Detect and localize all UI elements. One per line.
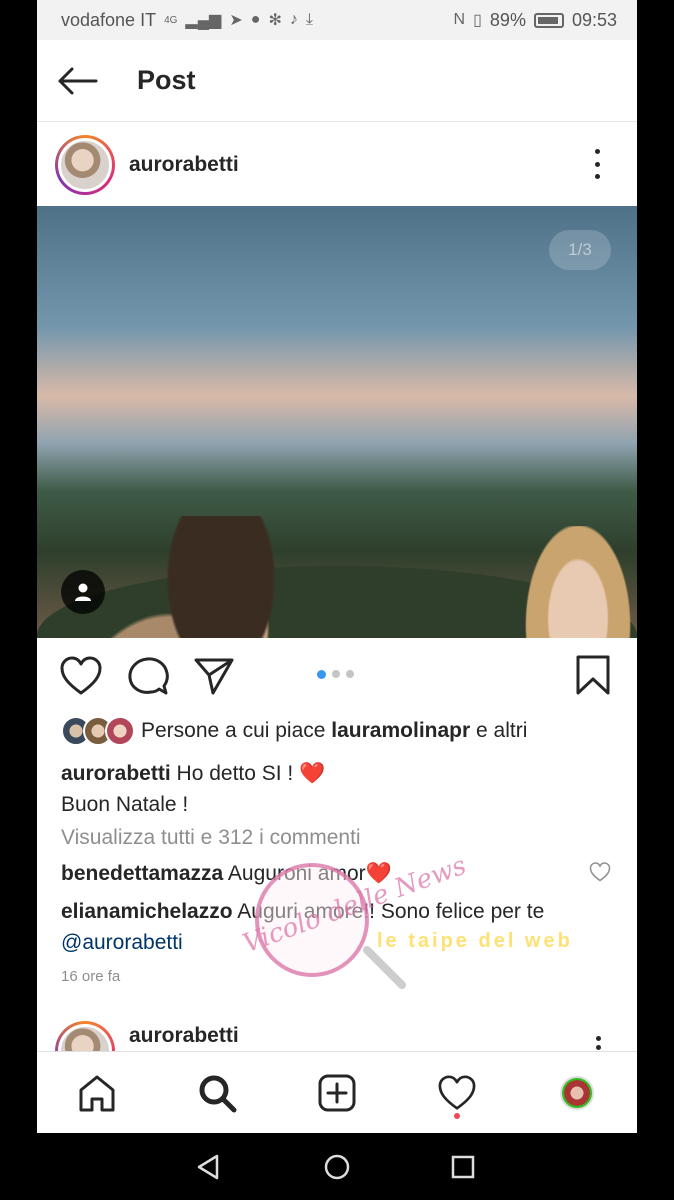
post-caption: aurorabetti Ho detto SI ! ❤️ Buon Natale… bbox=[61, 758, 621, 820]
heart-icon bbox=[589, 862, 611, 882]
comment-row: benedettamazza Auguroni amor❤️ bbox=[61, 858, 591, 889]
save-button[interactable] bbox=[575, 654, 611, 701]
triangle-back-icon bbox=[197, 1154, 219, 1180]
post-header: aurorabetti bbox=[37, 123, 637, 206]
download-icon: ⤓ bbox=[305, 11, 313, 28]
system-navigation-bar bbox=[0, 1133, 674, 1200]
likes-summary[interactable]: Persone a cui piace laura​molinapr e alt… bbox=[61, 716, 527, 746]
notification-dot bbox=[454, 1112, 460, 1119]
carousel-dot bbox=[317, 670, 326, 679]
heart-icon bbox=[438, 1074, 476, 1110]
view-all-comments-link[interactable]: Visualizza tutti e 312 i commenti bbox=[61, 826, 361, 850]
share-button[interactable] bbox=[193, 656, 235, 701]
carousel-dot bbox=[332, 670, 340, 678]
profile-avatar bbox=[560, 1075, 594, 1110]
nav-new-post[interactable] bbox=[307, 1063, 367, 1123]
comment-username[interactable]: benedettamazza bbox=[61, 862, 223, 885]
caption-line2: Buon Natale ! bbox=[61, 793, 189, 816]
nav-activity[interactable] bbox=[427, 1063, 487, 1123]
settings-icon: ✻ bbox=[268, 12, 282, 29]
system-back-button[interactable] bbox=[188, 1147, 228, 1187]
signal-icon: ▂▄▆ bbox=[185, 12, 222, 29]
nfc-icon: N bbox=[453, 11, 466, 28]
post-timestamp: 16 ore fa bbox=[61, 968, 121, 985]
more-options-button[interactable] bbox=[587, 149, 607, 179]
next-post-username[interactable]: aurorabetti bbox=[129, 1024, 239, 1048]
likes-prefix: Persone a cui piace bbox=[141, 719, 326, 742]
comment-text: Auguroni amor bbox=[227, 862, 366, 885]
watermark-right: le taipe del web bbox=[377, 930, 573, 952]
back-button[interactable] bbox=[37, 40, 117, 122]
square-recents-icon bbox=[451, 1155, 475, 1179]
comment-like-button[interactable] bbox=[589, 862, 611, 887]
bookmark-icon bbox=[576, 655, 610, 695]
post-username[interactable]: aurorabetti bbox=[129, 153, 239, 177]
post-photo[interactable]: 1/3 bbox=[37, 206, 637, 638]
carousel-dot bbox=[346, 670, 354, 678]
nav-home[interactable] bbox=[67, 1063, 127, 1123]
carousel-indicator bbox=[317, 670, 354, 679]
tiktok-icon: ♪ bbox=[289, 11, 298, 28]
tagged-users-button[interactable] bbox=[61, 570, 105, 614]
page-title: Post bbox=[137, 65, 196, 95]
comment-mention[interactable]: @aurorabetti bbox=[61, 931, 183, 954]
liker-username[interactable]: laura​molinapr bbox=[331, 719, 470, 743]
comment-icon bbox=[128, 657, 169, 695]
vibrate-icon: ▯ bbox=[473, 12, 482, 29]
more-icon bbox=[594, 149, 600, 154]
post-actions bbox=[37, 652, 637, 702]
nav-profile[interactable] bbox=[547, 1063, 607, 1123]
circle-home-icon bbox=[324, 1154, 350, 1180]
likes-suffix: e altri bbox=[476, 719, 528, 742]
user-icon bbox=[75, 583, 91, 601]
status-bar: vodafone IT 4G ▂▄▆ ➤ ● ✻ ♪ ⤓ N ▯ 89% 09:… bbox=[37, 0, 637, 40]
network-type: 4G bbox=[164, 14, 178, 26]
battery-icon bbox=[533, 12, 564, 28]
send-icon bbox=[194, 658, 234, 695]
avatar[interactable] bbox=[55, 134, 115, 195]
caption-line1: Ho detto SI ! bbox=[176, 762, 294, 785]
facebook-icon: ● bbox=[250, 11, 261, 28]
caption-username[interactable]: aurorabetti bbox=[61, 762, 171, 785]
back-arrow-icon bbox=[58, 67, 98, 94]
like-button[interactable] bbox=[59, 656, 103, 701]
plus-square-icon bbox=[318, 1074, 356, 1111]
system-home-button[interactable] bbox=[317, 1147, 357, 1187]
carrier-name: vodafone IT bbox=[61, 9, 157, 30]
system-recents-button[interactable] bbox=[443, 1147, 483, 1187]
search-icon bbox=[199, 1075, 237, 1112]
more-options-button[interactable] bbox=[596, 1036, 601, 1050]
liker-avatars bbox=[61, 716, 135, 746]
battery-percent: 89% bbox=[489, 9, 526, 30]
comment-button[interactable] bbox=[127, 656, 169, 701]
bottom-navigation bbox=[37, 1051, 637, 1133]
clock: 09:53 bbox=[571, 9, 617, 30]
nav-search[interactable] bbox=[187, 1063, 247, 1123]
telegram-icon: ➤ bbox=[229, 12, 243, 29]
app-header: Post bbox=[37, 40, 637, 122]
battery-level bbox=[537, 16, 558, 24]
home-icon bbox=[79, 1075, 115, 1111]
instagram-app: vodafone IT 4G ▂▄▆ ➤ ● ✻ ♪ ⤓ N ▯ 89% 09:… bbox=[37, 0, 637, 1133]
heart-emoji: ❤️ bbox=[299, 762, 326, 785]
heart-icon bbox=[60, 656, 102, 695]
comment-username[interactable]: elianamichelazzo bbox=[61, 900, 233, 923]
photo-counter: 1/3 bbox=[549, 230, 611, 270]
